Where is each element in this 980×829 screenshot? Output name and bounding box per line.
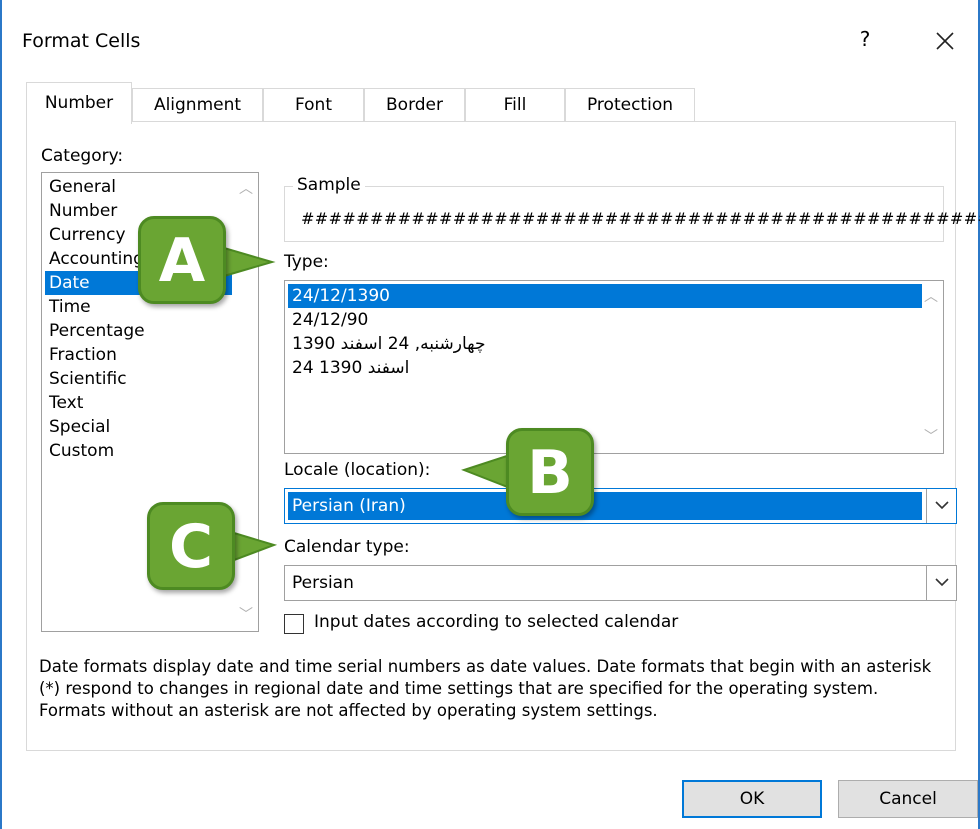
callout-a-pointer — [223, 246, 276, 278]
callout-pointers — [223, 246, 511, 562]
tab-number[interactable]: Number — [26, 82, 132, 124]
callout-b-pointer — [461, 453, 511, 490]
callout-b-badge: B — [506, 428, 594, 516]
callout-c-pointer — [233, 531, 278, 562]
callout-c-badge: C — [147, 502, 235, 590]
format-cells-dialog: Format Cells ? Number Alignment Font Bor… — [0, 0, 980, 829]
callout-a-badge: A — [138, 216, 226, 304]
